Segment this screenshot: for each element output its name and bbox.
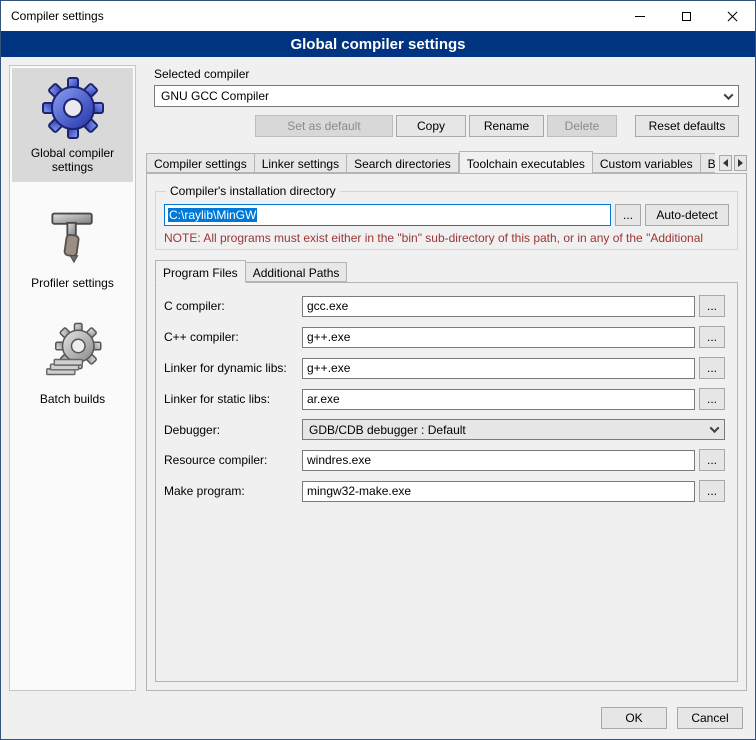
installation-directory-group-title: Compiler's installation directory (166, 184, 340, 198)
window-title: Compiler settings (1, 9, 104, 23)
maximize-button[interactable] (663, 1, 709, 31)
window-controls (617, 1, 755, 31)
selected-compiler-label: Selected compiler (154, 67, 739, 81)
tab-scroll-left-button[interactable] (719, 155, 732, 171)
browse-button[interactable]: ... (699, 295, 725, 317)
minimize-icon (635, 16, 645, 17)
resource-compiler-row: Resource compiler: ... (164, 449, 725, 471)
ok-button[interactable]: OK (601, 707, 667, 729)
selected-compiler-section: Selected compiler GNU GCC Compiler (146, 65, 747, 107)
arrow-right-icon (738, 159, 743, 167)
maximize-icon (682, 12, 691, 21)
copy-button[interactable]: Copy (396, 115, 466, 137)
browse-button[interactable]: ... (699, 357, 725, 379)
tab-search-directories[interactable]: Search directories (347, 153, 459, 173)
compiler-settings-window: Compiler settings Global compiler settin… (0, 0, 756, 740)
tab-additional-paths[interactable]: Additional Paths (246, 262, 348, 282)
make-program-input[interactable] (302, 481, 695, 502)
debugger-value: GDB/CDB debugger : Default (309, 423, 466, 437)
tab-linker-settings[interactable]: Linker settings (255, 153, 347, 173)
titlebar: Compiler settings (1, 1, 755, 31)
rename-button[interactable]: Rename (469, 115, 544, 137)
tab-build-options[interactable]: Buil (701, 153, 715, 173)
set-as-default-button[interactable]: Set as default (255, 115, 393, 137)
debugger-label: Debugger: (164, 423, 302, 437)
tabs-scroll-area: Compiler settings Linker settings Search… (146, 151, 715, 173)
blue-gear-icon (41, 76, 105, 140)
tab-custom-variables[interactable]: Custom variables (593, 153, 701, 173)
close-icon (727, 11, 738, 22)
chevron-down-icon (724, 90, 734, 100)
installation-directory-row: C:\raylib\MinGW ... Auto-detect (164, 204, 729, 226)
dialog-content: Global compiler settings (1, 57, 755, 697)
tab-program-files[interactable]: Program Files (155, 260, 246, 283)
cpp-compiler-input[interactable] (302, 327, 695, 348)
installation-directory-group: Compiler's installation directory C:\ray… (155, 184, 738, 250)
sidebar: Global compiler settings (9, 65, 136, 691)
sidebar-item-label: Profiler settings (14, 276, 131, 290)
main-panel: Selected compiler GNU GCC Compiler Set a… (146, 65, 747, 691)
tab-scroll-right-button[interactable] (734, 155, 747, 171)
linker-dynamic-row: Linker for dynamic libs: ... (164, 357, 725, 379)
tab-compiler-settings[interactable]: Compiler settings (146, 153, 255, 173)
auto-detect-button[interactable]: Auto-detect (645, 204, 729, 226)
cpp-compiler-row: C++ compiler: ... (164, 326, 725, 348)
make-program-row: Make program: ... (164, 480, 725, 502)
gray-gear-stack-icon (41, 322, 105, 386)
toolchain-executables-panel: Compiler's installation directory C:\ray… (146, 173, 747, 691)
arrow-left-icon (723, 159, 728, 167)
chevron-down-icon (710, 423, 720, 433)
cpp-compiler-label: C++ compiler: (164, 330, 302, 344)
compiler-buttons-row: Set as default Copy Rename Delete Reset … (146, 115, 747, 137)
sidebar-item-global-compiler-settings[interactable]: Global compiler settings (12, 68, 133, 182)
program-files-tabstrip: Program Files Additional Paths (155, 260, 738, 282)
sidebar-item-label: Batch builds (14, 392, 131, 406)
sidebar-item-batch-builds[interactable]: Batch builds (12, 314, 133, 414)
profiler-tool-icon (41, 206, 105, 270)
linker-static-label: Linker for static libs: (164, 392, 302, 406)
settings-tabstrip: Compiler settings Linker settings Search… (146, 151, 747, 173)
selected-compiler-value: GNU GCC Compiler (161, 89, 269, 103)
debugger-row: Debugger: GDB/CDB debugger : Default (164, 419, 725, 440)
sidebar-item-profiler-settings[interactable]: Profiler settings (12, 198, 133, 298)
install-dir-selected-text: C:\raylib\MinGW (168, 208, 257, 222)
dialog-footer: OK Cancel (1, 697, 755, 739)
install-dir-input[interactable]: C:\raylib\MinGW (164, 204, 611, 226)
browse-button[interactable]: ... (615, 204, 641, 226)
linker-dynamic-input[interactable] (302, 358, 695, 379)
delete-button[interactable]: Delete (547, 115, 617, 137)
browse-button[interactable]: ... (699, 480, 725, 502)
tab-scroll-buttons (719, 155, 747, 171)
program-files-panel: C compiler: ... C++ compiler: ... Linker… (155, 282, 738, 682)
linker-dynamic-label: Linker for dynamic libs: (164, 361, 302, 375)
linker-static-input[interactable] (302, 389, 695, 410)
reset-defaults-button[interactable]: Reset defaults (635, 115, 739, 137)
c-compiler-label: C compiler: (164, 299, 302, 313)
make-program-label: Make program: (164, 484, 302, 498)
resource-compiler-label: Resource compiler: (164, 453, 302, 467)
resource-compiler-input[interactable] (302, 450, 695, 471)
browse-button[interactable]: ... (699, 326, 725, 348)
browse-button[interactable]: ... (699, 449, 725, 471)
selected-compiler-dropdown[interactable]: GNU GCC Compiler (154, 85, 739, 107)
browse-button[interactable]: ... (699, 388, 725, 410)
sidebar-item-label: Global compiler settings (14, 146, 131, 174)
tab-toolchain-executables[interactable]: Toolchain executables (459, 151, 593, 173)
debugger-dropdown[interactable]: GDB/CDB debugger : Default (302, 419, 725, 440)
minimize-button[interactable] (617, 1, 663, 31)
bin-subdirectory-note: NOTE: All programs must exist either in … (164, 231, 729, 245)
close-button[interactable] (709, 1, 755, 31)
c-compiler-input[interactable] (302, 296, 695, 317)
linker-static-row: Linker for static libs: ... (164, 388, 725, 410)
cancel-button[interactable]: Cancel (677, 707, 743, 729)
page-title: Global compiler settings (1, 31, 755, 57)
c-compiler-row: C compiler: ... (164, 295, 725, 317)
